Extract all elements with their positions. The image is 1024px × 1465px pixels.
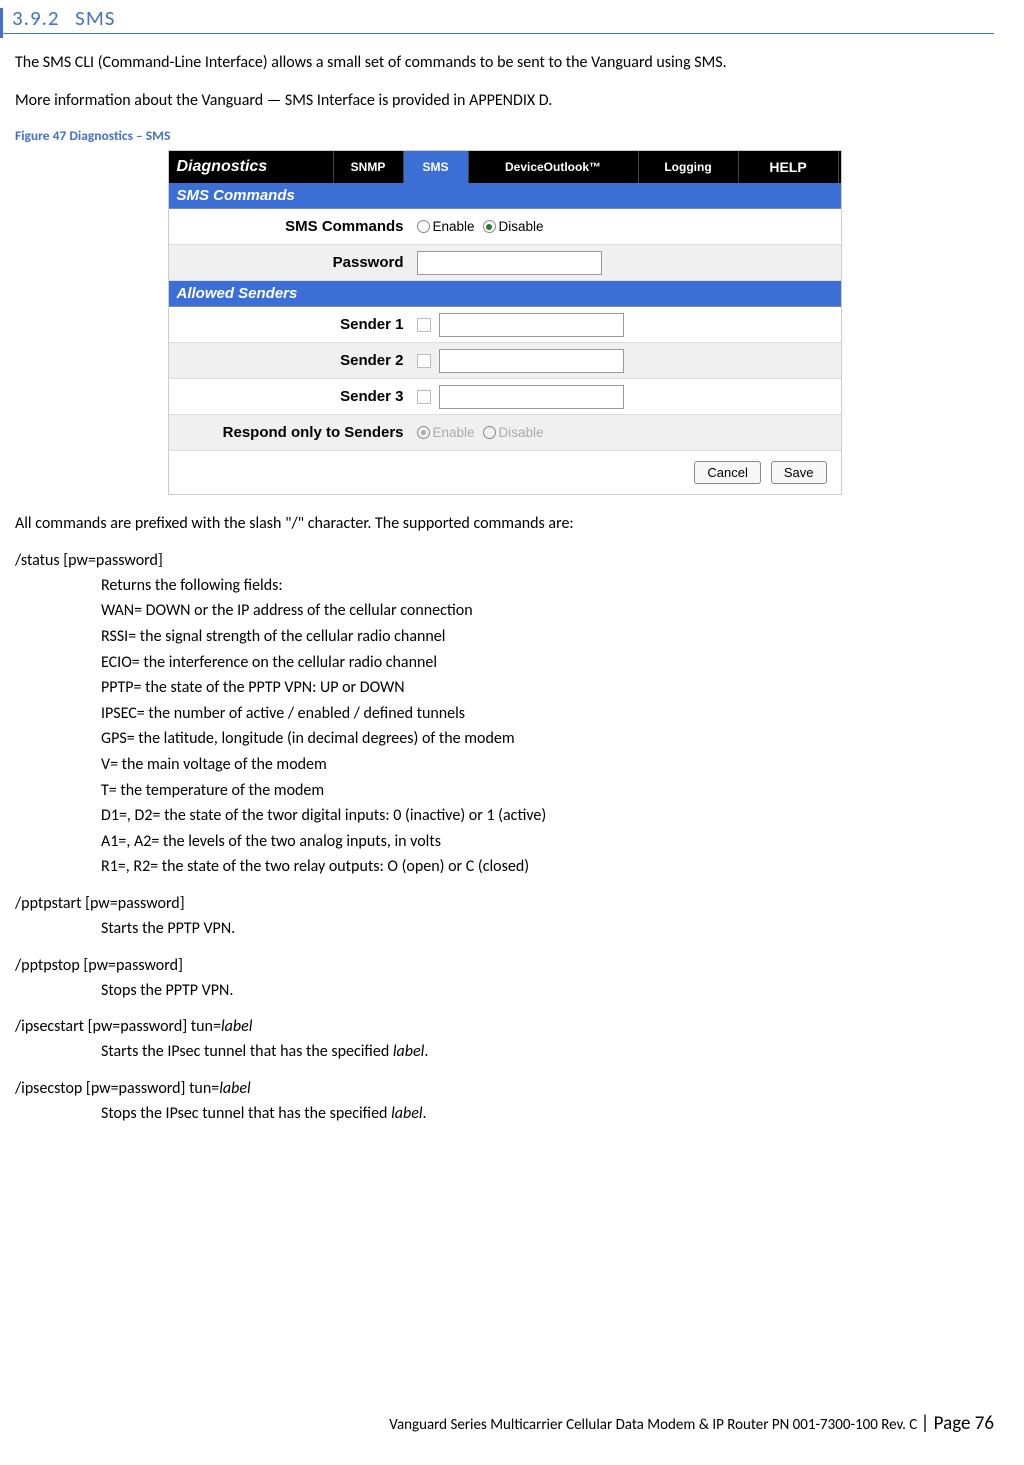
- heading-container: 3.9.2 SMS: [0, 0, 994, 34]
- radio-dot-grey-icon: [417, 426, 430, 439]
- intro-para-1: The SMS CLI (Command-Line Interface) all…: [15, 52, 994, 74]
- tab-sms[interactable]: SMS: [404, 151, 469, 183]
- form-row-sender1: Sender 1: [169, 307, 841, 343]
- cmd-pptpstop-name: /pptpstop [pw=password]: [15, 956, 994, 975]
- section-bar-allowed-senders: Allowed Senders: [169, 281, 841, 307]
- para-commands-intro: All commands are prefixed with the slash…: [15, 513, 994, 535]
- cmd-pptpstart-line: Starts the PPTP VPN.: [101, 916, 994, 942]
- sender1-input[interactable]: [439, 313, 624, 337]
- cmd-pptpstop-line: Stops the PPTP VPN.: [101, 978, 994, 1004]
- cmd-status-line-5: IPSEC= the number of active / enabled / …: [101, 701, 994, 727]
- radio-respond-disable: Disable: [483, 425, 544, 440]
- cmd-status-line-6: GPS= the latitude, longitude (in decimal…: [101, 726, 994, 752]
- section-bar-sms-commands: SMS Commands: [169, 183, 841, 209]
- label-sms-commands: SMS Commands: [169, 218, 414, 235]
- cmd-ipsecstop-italic: label: [219, 1079, 250, 1098]
- cmd-status-line-8: T= the temperature of the modem: [101, 778, 994, 804]
- cmd-status-line-1: WAN= DOWN or the IP address of the cellu…: [101, 598, 994, 624]
- cmd-ipsecstart-italic: label: [221, 1017, 252, 1036]
- cancel-button[interactable]: Cancel: [694, 461, 760, 484]
- label-sender3: Sender 3: [169, 388, 414, 405]
- command-list: /status [pw=password] Returns the follow…: [15, 551, 994, 1127]
- tab-logging[interactable]: Logging: [639, 151, 739, 183]
- radio-enable[interactable]: Enable: [417, 219, 475, 234]
- cmd-ipsecstart-name: /ipsecstart [pw=password] tun=label: [15, 1017, 994, 1036]
- cmd-ipsecstop-name: /ipsecstop [pw=password] tun=label: [15, 1079, 994, 1098]
- form-row-password: Password: [169, 245, 841, 281]
- cmd-status-line-2: RSSI= the signal strength of the cellula…: [101, 624, 994, 650]
- checkbox-sender3[interactable]: [417, 390, 431, 404]
- cmd-ipsecstop-line: Stops the IPsec tunnel that has the spec…: [101, 1101, 994, 1127]
- radio-disable[interactable]: Disable: [483, 219, 544, 234]
- cmd-ipsecstart-line-prefix: Starts the IPsec tunnel that has the spe…: [101, 1042, 393, 1061]
- cmd-ipsecstart-line: Starts the IPsec tunnel that has the spe…: [101, 1039, 994, 1065]
- cmd-ipsecstop-prefix: /ipsecstop [pw=password] tun=: [15, 1079, 219, 1098]
- cmd-status-name: /status [pw=password]: [15, 551, 994, 570]
- cmd-status-line-10: A1=, A2= the levels of the two analog in…: [101, 829, 994, 855]
- password-input[interactable]: [417, 251, 602, 275]
- save-button[interactable]: Save: [771, 461, 827, 484]
- heading-number: 3.9.2: [12, 5, 60, 31]
- page-footer: Vanguard Series Multicarrier Cellular Da…: [389, 1412, 994, 1435]
- tab-diagnostics[interactable]: Diagnostics: [169, 151, 334, 183]
- radio-dot-on-icon: [483, 220, 496, 233]
- tab-help[interactable]: HELP: [739, 151, 839, 183]
- cmd-ipsecstart-line-suffix: .: [424, 1042, 428, 1061]
- cmd-status-line-4: PPTP= the state of the PPTP VPN: UP or D…: [101, 675, 994, 701]
- cmd-ipsecstop-line-suffix: .: [423, 1104, 427, 1123]
- cmd-status-line-0: Returns the following fields:: [101, 573, 994, 599]
- radio-enable-label: Enable: [433, 219, 475, 234]
- tab-deviceoutlook[interactable]: DeviceOutlook™: [469, 151, 639, 183]
- screenshot-sms-diagnostics: Diagnostics SNMP SMS DeviceOutlook™ Logg…: [168, 150, 842, 495]
- sender2-input[interactable]: [439, 349, 624, 373]
- label-sender1: Sender 1: [169, 316, 414, 333]
- cmd-ipsecstart-prefix: /ipsecstart [pw=password] tun=: [15, 1017, 221, 1036]
- label-respond: Respond only to Senders: [169, 424, 414, 441]
- heading-title: SMS: [75, 5, 115, 31]
- tab-bar: Diagnostics SNMP SMS DeviceOutlook™ Logg…: [169, 151, 841, 183]
- footer-text: Vanguard Series Multicarrier Cellular Da…: [389, 1416, 920, 1434]
- cmd-status-line-3: ECIO= the interference on the cellular r…: [101, 650, 994, 676]
- form-row-respond: Respond only to Senders Enable Disable: [169, 415, 841, 451]
- radio-respond-enable-label: Enable: [433, 425, 475, 440]
- checkbox-sender1[interactable]: [417, 318, 431, 332]
- tab-snmp[interactable]: SNMP: [334, 151, 404, 183]
- cmd-ipsecstop-line-italic: label: [391, 1104, 422, 1123]
- cmd-ipsecstop-line-prefix: Stops the IPsec tunnel that has the spec…: [101, 1104, 391, 1123]
- label-password: Password: [169, 254, 414, 271]
- cmd-status-line-9: D1=, D2= the state of the twor digital i…: [101, 803, 994, 829]
- radio-respond-disable-label: Disable: [499, 425, 544, 440]
- figure-caption: Figure 47 Diagnostics – SMS: [15, 127, 994, 144]
- form-row-sender3: Sender 3: [169, 379, 841, 415]
- radio-disable-label: Disable: [499, 219, 544, 234]
- intro-para-2: More information about the Vanguard — SM…: [15, 90, 994, 112]
- label-sender2: Sender 2: [169, 352, 414, 369]
- cmd-status-line-7: V= the main voltage of the modem: [101, 752, 994, 778]
- footer-page: | Page 76: [921, 1412, 994, 1435]
- radio-dot-empty-icon: [483, 426, 496, 439]
- radio-respond-enable: Enable: [417, 425, 475, 440]
- form-row-sender2: Sender 2: [169, 343, 841, 379]
- heading-left-border: [0, 8, 3, 38]
- form-row-sms-commands: SMS Commands Enable Disable: [169, 209, 841, 245]
- radio-dot-icon: [417, 220, 430, 233]
- cmd-pptpstart-name: /pptpstart [pw=password]: [15, 894, 994, 913]
- cmd-status-line-11: R1=, R2= the state of the two relay outp…: [101, 854, 994, 880]
- checkbox-sender2[interactable]: [417, 354, 431, 368]
- cmd-ipsecstart-line-italic: label: [393, 1042, 424, 1061]
- button-row: Cancel Save: [169, 451, 841, 494]
- sender3-input[interactable]: [439, 385, 624, 409]
